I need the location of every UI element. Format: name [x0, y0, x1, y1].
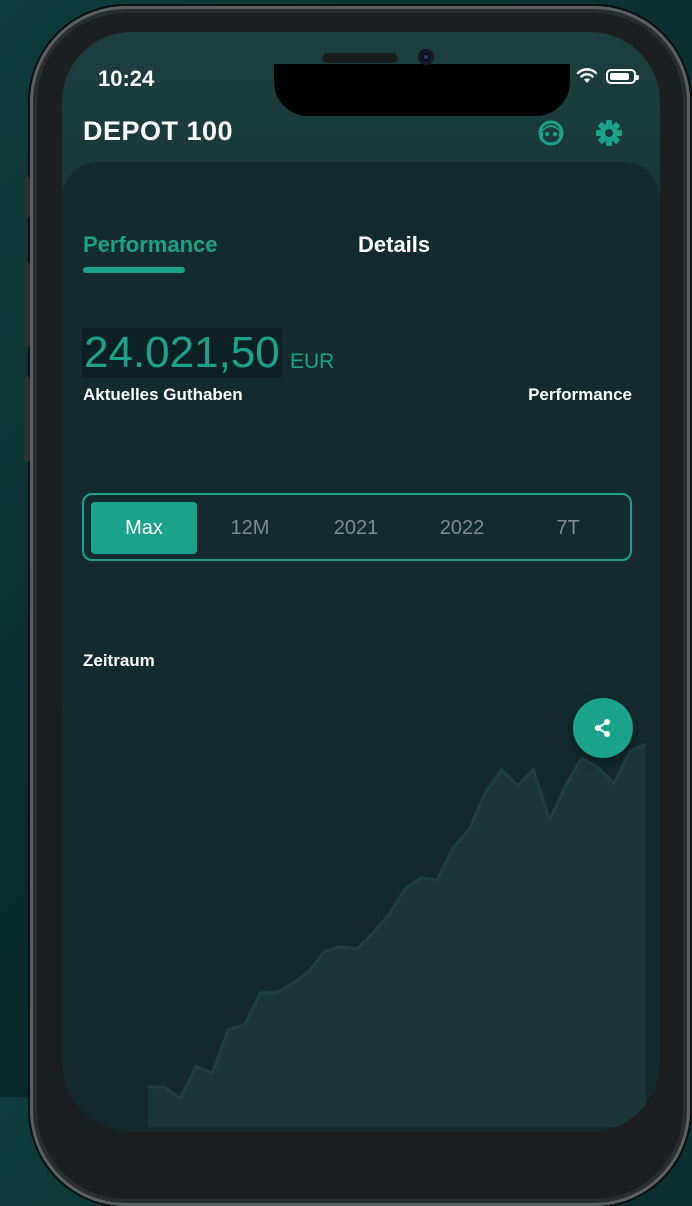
speaker-grille [322, 53, 398, 63]
battery-icon [606, 68, 639, 84]
mute-switch [24, 176, 30, 218]
volume-up-button [24, 262, 30, 348]
front-camera [418, 49, 434, 65]
period-option-12m[interactable]: 12M [197, 502, 303, 554]
period-label: Zeitraum [83, 651, 155, 670]
app-title: DEPOT 100 [83, 116, 234, 146]
active-tab-indicator [83, 267, 185, 273]
period-option-2021[interactable]: 2021 [303, 502, 409, 554]
period-option-max[interactable]: Max [91, 502, 197, 554]
share-button[interactable] [573, 698, 633, 758]
period-selector: Max 12M 2021 2022 7T [82, 493, 632, 561]
gear-icon[interactable] [594, 118, 624, 148]
balance-currency: EUR [290, 350, 335, 373]
balance-label: Aktuelles Guthaben [83, 385, 243, 404]
wifi-icon [576, 68, 598, 83]
support-agent-icon[interactable] [536, 118, 566, 148]
status-time: 10:24 [98, 66, 155, 91]
period-option-7t[interactable]: 7T [515, 502, 621, 554]
volume-down-button [24, 376, 30, 462]
performance-label: Performance [528, 385, 632, 404]
app-screen: 10:24 DEPOT 100 Performance Details 24.0… [62, 32, 660, 1132]
balance-value: 24.021,50 [82, 328, 282, 378]
tab-performance[interactable]: Performance [83, 232, 218, 258]
share-icon [595, 719, 610, 737]
phone-notch [274, 64, 570, 116]
tab-details[interactable]: Details [358, 232, 430, 258]
period-option-2022[interactable]: 2022 [409, 502, 515, 554]
chart-area-fill [148, 744, 646, 1127]
performance-chart [148, 742, 647, 1127]
